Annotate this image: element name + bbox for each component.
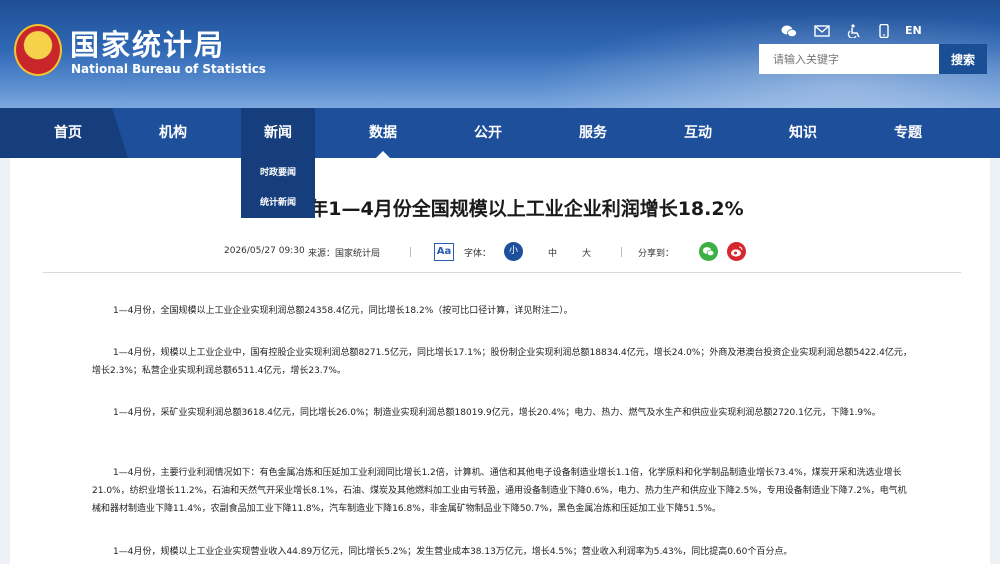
font-size-medium-button[interactable]: 中: [548, 246, 557, 259]
font-size-small-button[interactable]: 小: [504, 242, 523, 261]
share-label: 分享到：: [638, 249, 675, 259]
nav-item-home[interactable]: 首页: [40, 108, 96, 158]
nav-item-interaction[interactable]: 互动: [670, 108, 726, 158]
header-divider: [43, 272, 961, 273]
nav-item-data[interactable]: 数据: [355, 108, 411, 158]
article-source: 来源：国家统计局: [308, 249, 381, 259]
article-paragraph: 1—4月份，主要行业利润情况如下：有色金属冶炼和压延加工业利润同比增长1.2倍，…: [92, 468, 907, 514]
brand-title-en[interactable]: National Bureau of Statistics: [71, 62, 266, 76]
article-paragraph: 1—4月份，规模以上工业企业实现营业收入44.89万亿元，同比增长5.2%；发生…: [113, 547, 793, 557]
mail-icon[interactable]: [814, 24, 830, 38]
article-title: 2026年1—4月份全国规模以上工业企业利润增长18.2%: [256, 198, 744, 220]
nav-item-knowledge[interactable]: 知识: [775, 108, 831, 158]
font-size-icon[interactable]: Aa: [434, 243, 454, 261]
accessibility-icon[interactable]: [846, 24, 862, 38]
nav-item-topics[interactable]: 专题: [880, 108, 936, 158]
share-weibo-icon[interactable]: [727, 242, 746, 261]
main-nav: 首页 机构 新闻 数据 公开 服务 互动 知识 专题: [0, 108, 1000, 158]
article-paragraph: 1—4月份，采矿业实现利润总额3618.4亿元，同比增长26.0%；制造业实现利…: [113, 408, 881, 418]
nav-item-service[interactable]: 服务: [565, 108, 621, 158]
meta-divider: [410, 247, 411, 257]
nav-item-news[interactable]: 新闻: [241, 108, 315, 158]
news-dropdown-menu: 时政要闻 统计新闻: [241, 158, 315, 218]
national-emblem-logo[interactable]: ★: [14, 24, 62, 76]
font-size-label: 字体：: [464, 249, 492, 259]
article-paragraph: 1—4月份，全国规模以上工业企业实现利润总额24358.4亿元，同比增长18.2…: [113, 306, 573, 316]
article-paragraph: 1—4月份，规模以上工业企业中，国有控股企业实现利润总额8271.5亿元，同比增…: [92, 348, 912, 376]
font-size-large-button[interactable]: 大: [582, 246, 591, 259]
dropdown-item-statistics-news[interactable]: 统计新闻: [241, 188, 315, 218]
article-card: 2026年1—4月份全国规模以上工业企业利润增长18.2% 2026/05/27…: [10, 158, 990, 564]
dropdown-item-current-affairs[interactable]: 时政要闻: [241, 158, 315, 188]
mobile-icon[interactable]: [876, 24, 892, 38]
publish-date: 2026/05/27 09:30: [224, 246, 305, 256]
nav-item-organization[interactable]: 机构: [145, 108, 201, 158]
search-input[interactable]: [759, 44, 939, 74]
share-wechat-icon[interactable]: [699, 242, 718, 261]
search-button[interactable]: 搜索: [939, 44, 987, 74]
meta-divider: [621, 247, 622, 257]
nav-item-public[interactable]: 公开: [460, 108, 516, 158]
wechat-icon[interactable]: [781, 24, 797, 38]
brand-title-cn[interactable]: 国家统计局: [70, 22, 225, 64]
english-version-link[interactable]: EN: [905, 24, 922, 37]
